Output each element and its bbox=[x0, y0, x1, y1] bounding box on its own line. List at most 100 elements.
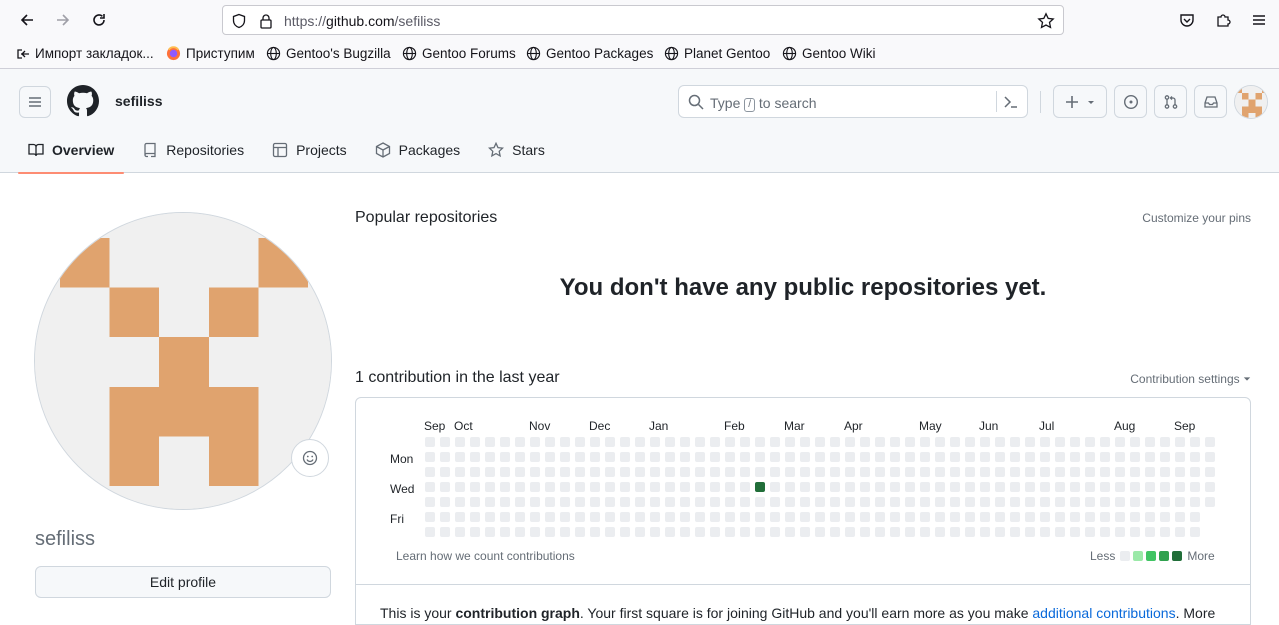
month-label: Sep bbox=[1174, 419, 1196, 433]
note-text-post: . More bbox=[1175, 605, 1216, 621]
search-divider bbox=[996, 91, 997, 112]
bookmark-label: Импорт закладок... bbox=[35, 46, 154, 61]
month-label: Jun bbox=[979, 419, 999, 433]
tab-label: Overview bbox=[52, 142, 115, 158]
repo-icon bbox=[144, 142, 156, 158]
triangle-down-icon bbox=[1243, 377, 1251, 381]
url-host: github.com bbox=[326, 13, 395, 29]
reload-button[interactable] bbox=[87, 8, 111, 32]
customize-pins-link[interactable]: Customize your pins bbox=[1142, 211, 1251, 225]
tab-label: Repositories bbox=[166, 142, 245, 158]
github-menu-button[interactable] bbox=[19, 86, 51, 118]
note-text-mid: . Your first square is for joining GitHu… bbox=[579, 605, 1033, 621]
command-palette-icon[interactable] bbox=[1003, 94, 1019, 110]
star-bookmark-icon[interactable] bbox=[1037, 12, 1055, 30]
table-icon bbox=[272, 142, 288, 158]
bookmark-label: Gentoo Packages bbox=[546, 46, 654, 61]
search-input[interactable]: Type / to search bbox=[678, 85, 1028, 118]
identicon-small bbox=[1235, 86, 1267, 118]
month-label: May bbox=[919, 419, 942, 433]
arrow-right-icon bbox=[57, 14, 70, 26]
day-label: Wed bbox=[390, 482, 415, 496]
tab-projects[interactable]: Projects bbox=[262, 127, 357, 173]
issue-opened-icon bbox=[1123, 94, 1138, 109]
header-username[interactable]: sefiliss bbox=[115, 93, 162, 109]
tab-label: Stars bbox=[512, 142, 545, 158]
month-label: Apr bbox=[844, 419, 863, 433]
month-label: Feb bbox=[724, 419, 745, 433]
package-icon bbox=[375, 142, 390, 158]
extensions-button[interactable] bbox=[1211, 8, 1235, 32]
bookmark-forums[interactable]: Gentoo Forums bbox=[402, 46, 516, 61]
triangle-down-icon bbox=[1088, 100, 1094, 104]
day-label: Fri bbox=[390, 512, 404, 526]
url-text[interactable]: https://github.com/sefiliss bbox=[284, 13, 440, 29]
additional-contributions-link[interactable]: additional contributions bbox=[1032, 605, 1175, 621]
month-label: Nov bbox=[529, 419, 551, 433]
bookmark-label: Gentoo Wiki bbox=[802, 46, 876, 61]
month-label: Sep bbox=[424, 419, 446, 433]
month-label: Jan bbox=[649, 419, 669, 433]
globe-icon bbox=[664, 46, 679, 61]
hamburger-icon bbox=[29, 97, 41, 107]
search-placeholder: Type / to search bbox=[710, 95, 817, 112]
bookmark-planet[interactable]: Planet Gentoo bbox=[664, 46, 770, 61]
bookmark-label: Planet Gentoo bbox=[684, 46, 771, 61]
issues-button[interactable] bbox=[1114, 85, 1147, 118]
search-placeholder-prefix: Type bbox=[710, 95, 741, 111]
hamburger-icon bbox=[1253, 15, 1265, 25]
lock-icon[interactable] bbox=[259, 13, 273, 29]
legend-level-4 bbox=[1172, 551, 1183, 561]
note-text-pre: This is your bbox=[380, 605, 456, 621]
url-bar[interactable]: https://github.com/sefiliss bbox=[222, 5, 1064, 35]
create-new-button[interactable] bbox=[1053, 85, 1107, 118]
tab-label: Projects bbox=[296, 142, 347, 158]
profile-avatar[interactable] bbox=[34, 212, 332, 510]
month-label: Mar bbox=[784, 419, 805, 433]
profile-tabs: Overview Repositories Projects Packages … bbox=[18, 127, 563, 174]
learn-contributions-link[interactable]: Learn how we count contributions bbox=[396, 549, 575, 563]
month-label: Jul bbox=[1039, 419, 1055, 433]
month-label: Aug bbox=[1114, 419, 1136, 433]
bookmark-firefox[interactable]: Приступим bbox=[166, 46, 255, 61]
book-icon bbox=[28, 143, 44, 157]
pull-requests-button[interactable] bbox=[1154, 85, 1187, 118]
edit-profile-button[interactable]: Edit profile bbox=[35, 566, 331, 598]
globe-icon bbox=[526, 46, 541, 61]
bookmark-packages[interactable]: Gentoo Packages bbox=[526, 46, 653, 61]
github-logo-icon[interactable] bbox=[67, 85, 99, 117]
tab-overview[interactable]: Overview bbox=[18, 127, 125, 174]
contribution-settings-dropdown[interactable]: Contribution settings bbox=[1130, 372, 1251, 386]
bookmark-wiki[interactable]: Gentoo Wiki bbox=[782, 46, 876, 61]
bookmark-import[interactable]: Импорт закладок... bbox=[16, 46, 154, 61]
shield-icon[interactable] bbox=[231, 13, 247, 29]
tab-repositories[interactable]: Repositories bbox=[132, 127, 254, 173]
inbox-button[interactable] bbox=[1194, 85, 1227, 118]
contribution-settings-label: Contribution settings bbox=[1130, 372, 1240, 386]
tab-stars[interactable]: Stars bbox=[478, 127, 555, 173]
forward-button[interactable] bbox=[51, 8, 75, 32]
menu-button[interactable] bbox=[1247, 8, 1271, 32]
tab-packages[interactable]: Packages bbox=[365, 127, 470, 173]
url-scheme: https:// bbox=[284, 13, 327, 29]
search-shortcut-key: / bbox=[744, 98, 756, 112]
github-header: sefiliss Type / to search Overview Repos… bbox=[0, 69, 1279, 174]
inbox-icon bbox=[1203, 95, 1218, 108]
pocket-button[interactable] bbox=[1175, 8, 1199, 32]
bookmark-bugzilla[interactable]: Gentoo's Bugzilla bbox=[266, 46, 391, 61]
note-text-bold: contribution graph bbox=[455, 605, 580, 621]
set-status-button[interactable] bbox=[291, 439, 329, 477]
month-label: Oct bbox=[454, 419, 473, 433]
day-label: Mon bbox=[390, 452, 414, 466]
legend-more: More bbox=[1187, 549, 1215, 563]
git-pull-request-icon bbox=[1164, 94, 1177, 109]
user-avatar-small[interactable] bbox=[1234, 85, 1268, 119]
bookmark-label: Gentoo Forums bbox=[422, 46, 516, 61]
legend-level-2 bbox=[1146, 551, 1157, 561]
legend-level-0 bbox=[1120, 551, 1131, 561]
contributions-title: 1 contribution in the last year bbox=[355, 369, 560, 386]
back-button[interactable] bbox=[15, 8, 39, 32]
url-path: /sefiliss bbox=[394, 13, 441, 29]
legend-level-3 bbox=[1159, 551, 1170, 561]
legend-less: Less bbox=[1090, 549, 1116, 563]
